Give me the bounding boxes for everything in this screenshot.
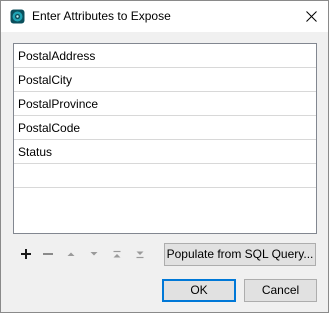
close-icon — [305, 10, 317, 22]
move-to-bottom-button[interactable] — [131, 245, 149, 263]
move-down-button[interactable] — [85, 245, 103, 263]
populate-from-sql-button[interactable]: Populate from SQL Query... — [164, 243, 316, 266]
list-item[interactable]: PostalCode — [14, 116, 316, 140]
move-to-top-icon — [113, 250, 121, 257]
arrow-up-icon — [67, 252, 75, 256]
window-title: Enter Attributes to Expose — [32, 9, 171, 23]
list-item-empty[interactable] — [14, 164, 316, 188]
attributes-dialog: Enter Attributes to Expose PostalAddress… — [0, 0, 329, 313]
list-item[interactable]: PostalCity — [14, 68, 316, 92]
app-icon — [10, 9, 25, 24]
list-item[interactable]: PostalProvince — [14, 92, 316, 116]
title-bar[interactable]: Enter Attributes to Expose — [1, 1, 328, 32]
list-item[interactable]: Status — [14, 140, 316, 164]
add-button[interactable] — [17, 245, 35, 263]
move-to-bottom-icon — [136, 251, 144, 258]
attributes-list[interactable]: PostalAddress PostalCity PostalProvince … — [13, 43, 317, 234]
plus-icon — [21, 249, 31, 259]
remove-button[interactable] — [39, 245, 57, 263]
move-to-top-button[interactable] — [108, 245, 126, 263]
ok-button[interactable]: OK — [162, 279, 236, 302]
close-button[interactable] — [294, 1, 328, 31]
minus-icon — [43, 253, 53, 255]
move-up-button[interactable] — [62, 245, 80, 263]
cancel-button[interactable]: Cancel — [244, 279, 317, 302]
arrow-down-icon — [90, 252, 98, 256]
list-item[interactable]: PostalAddress — [14, 44, 316, 68]
